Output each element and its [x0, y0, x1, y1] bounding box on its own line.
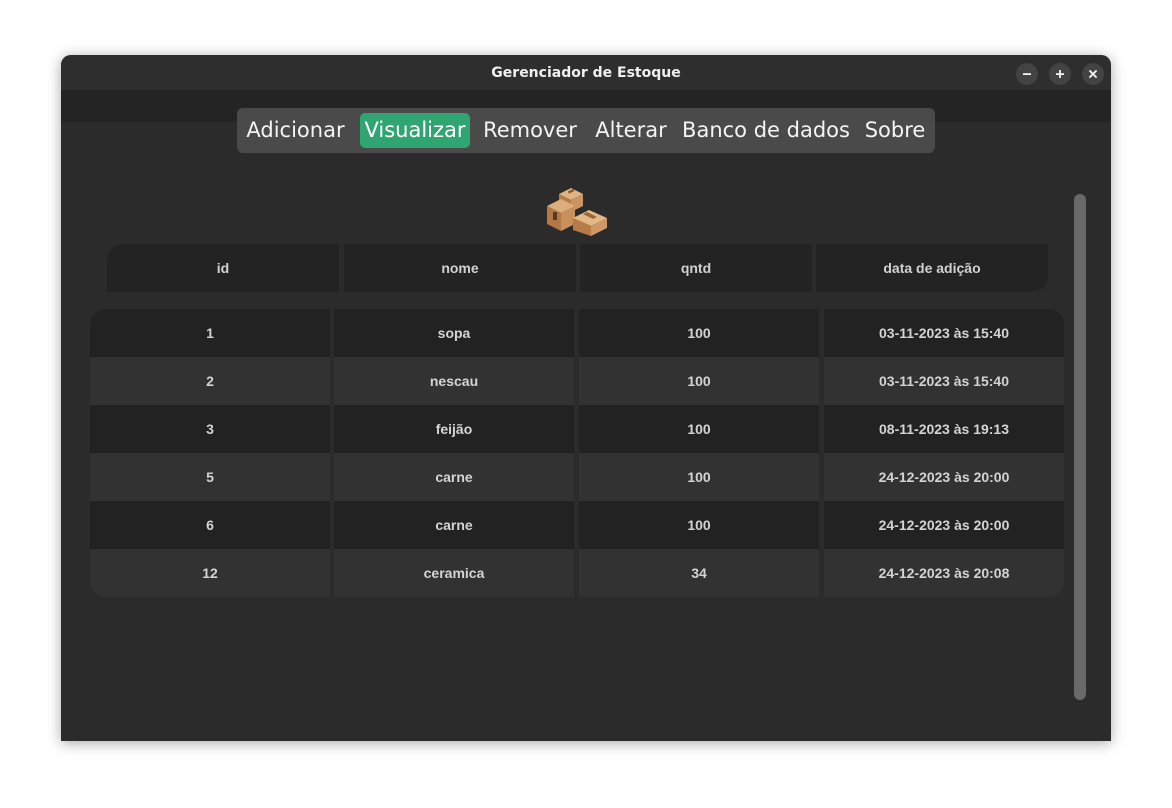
tab-visualizar[interactable]: Visualizar [360, 113, 470, 148]
app-window: Gerenciador de Estoque Adicionar Visuali… [61, 55, 1111, 741]
maximize-button[interactable] [1049, 63, 1071, 85]
column-header-qntd: qntd [580, 244, 812, 292]
column-header-id: id [107, 244, 339, 292]
cell-data: 03-11-2023 às 15:40 [824, 309, 1064, 357]
cell-qntd: 34 [579, 549, 819, 597]
window-title: Gerenciador de Estoque [491, 65, 681, 81]
main-tab-bar: Adicionar Visualizar Remover Alterar Ban… [237, 108, 935, 153]
cell-nome: carne [334, 501, 574, 549]
cell-qntd: 100 [579, 501, 819, 549]
cell-id: 2 [90, 357, 330, 405]
cell-nome: sopa [334, 309, 574, 357]
cell-qntd: 100 [579, 309, 819, 357]
minimize-icon [1023, 73, 1031, 75]
column-header-nome: nome [344, 244, 576, 292]
cell-nome: nescau [334, 357, 574, 405]
close-button[interactable] [1082, 63, 1104, 85]
minimize-button[interactable] [1016, 63, 1038, 85]
tab-remover[interactable]: Remover [480, 113, 580, 148]
cell-id: 1 [90, 309, 330, 357]
cell-id: 5 [90, 453, 330, 501]
cell-id: 12 [90, 549, 330, 597]
cell-qntd: 100 [579, 405, 819, 453]
cell-data: 24-12-2023 às 20:08 [824, 549, 1064, 597]
plus-icon [1056, 70, 1064, 78]
vertical-scrollbar[interactable] [1074, 194, 1086, 700]
cell-qntd: 100 [579, 357, 819, 405]
tab-adicionar[interactable]: Adicionar [242, 113, 349, 148]
cell-qntd: 100 [579, 453, 819, 501]
tab-alterar[interactable]: Alterar [591, 113, 671, 148]
cell-data: 24-12-2023 às 20:00 [824, 501, 1064, 549]
package-boxes-icon [547, 188, 607, 236]
close-icon [1089, 70, 1097, 78]
column-header-data: data de adição [816, 244, 1048, 292]
cell-nome: ceramica [334, 549, 574, 597]
cell-data: 03-11-2023 às 15:40 [824, 357, 1064, 405]
cell-nome: carne [334, 453, 574, 501]
title-bar: Gerenciador de Estoque [61, 55, 1111, 91]
tab-banco-de-dados[interactable]: Banco de dados [681, 113, 851, 148]
cell-nome: feijão [334, 405, 574, 453]
cell-data: 08-11-2023 às 19:13 [824, 405, 1064, 453]
cell-data: 24-12-2023 às 20:00 [824, 453, 1064, 501]
tab-sobre[interactable]: Sobre [861, 113, 929, 148]
cell-id: 6 [90, 501, 330, 549]
cell-id: 3 [90, 405, 330, 453]
